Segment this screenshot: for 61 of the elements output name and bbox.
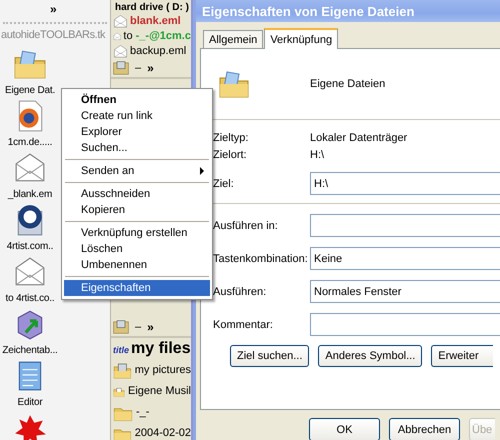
menu-item[interactable]: Explorer (64, 124, 210, 140)
drive-icon (113, 319, 129, 335)
chevron[interactable]: » (147, 320, 154, 334)
file-link[interactable]: to -_-@1cm.c (123, 30, 191, 43)
panel-title: hard drive ( D: ) (114, 1, 190, 14)
folder-link[interactable]: 2004-02-02 (134, 427, 191, 440)
field-label: Tastenkombination: (213, 252, 309, 264)
icon-label[interactable]: 1cm.de..... (8, 136, 52, 149)
field-label: Zielort: (213, 149, 248, 163)
menu-item[interactable]: Öffnen (64, 92, 210, 108)
icon-label[interactable]: 4rtist.com.. (6, 240, 54, 253)
menu-item[interactable]: Kopieren (64, 202, 210, 218)
menu-item[interactable]: Löschen (64, 241, 210, 257)
input-field[interactable]: H:\ (310, 172, 500, 195)
icon-label[interactable]: _blank.em (8, 188, 52, 201)
action-button[interactable]: Anderes Symbol... (318, 345, 422, 367)
file-link[interactable]: blank.eml (130, 15, 181, 28)
input-field[interactable]: Keine (310, 247, 500, 270)
tab[interactable]: Verknüpfung (264, 28, 338, 49)
menu-item[interactable]: Eigenschaften (64, 280, 210, 296)
picture-folder-icon (113, 360, 132, 380)
field-value: H:\ (310, 149, 326, 163)
icon-label[interactable]: Editor (18, 396, 42, 409)
menu-item[interactable]: Senden an (81, 165, 134, 177)
menu-item[interactable]: Verknüpfung erstellen (64, 225, 210, 241)
input-field[interactable] (310, 313, 500, 336)
folder-link[interactable]: Eigene Musil (128, 385, 191, 398)
field-label: Ziel: (213, 178, 235, 190)
drive-icon (113, 60, 129, 76)
dialog-button[interactable]: OK (309, 418, 380, 440)
folder-link[interactable]: my pictures (134, 364, 191, 377)
action-button[interactable]: Ziel suchen... (230, 345, 310, 367)
input-field[interactable]: Normales Fenster (310, 280, 500, 303)
item-label[interactable]: – (135, 320, 142, 334)
item-label[interactable]: – (135, 62, 142, 74)
field-label: Kommentar: (213, 318, 274, 330)
section-title: my files (131, 340, 191, 358)
menu-item[interactable]: Create run link (64, 108, 210, 124)
icon-label[interactable]: Zeichentab... (2, 344, 58, 357)
window-title: Eigenschaften von Eigene Dateien (202, 4, 414, 18)
submenu-arrow-icon (200, 167, 204, 175)
icon-label[interactable]: to 4rtist.co.. (6, 292, 54, 305)
section-tag: title (113, 345, 130, 355)
menu-item[interactable]: Umbenennen (64, 257, 210, 273)
dialog-button[interactable]: Abbrechen (389, 418, 460, 440)
file-link[interactable]: backup.eml (130, 45, 186, 58)
folder-link[interactable]: -_- (136, 406, 150, 419)
menu-item[interactable]: Suchen... (64, 140, 210, 156)
tab[interactable]: Allgemein (203, 30, 264, 48)
chevron[interactable]: » (50, 2, 57, 16)
action-button[interactable]: Erweiter (431, 345, 494, 367)
menu-item[interactable]: Ausschneiden (64, 186, 210, 202)
toolbar-label: autohideTOOLBARs.tk (1, 29, 106, 41)
field-label: Ausführen: (213, 286, 268, 298)
input-field[interactable] (310, 214, 500, 237)
field-value: Lokaler Datenträger (310, 132, 408, 146)
icon-label[interactable]: Eigene Dat. (4, 84, 56, 97)
field-label: Ausführen in: (213, 220, 279, 232)
field-label: Zieltyp: (213, 132, 250, 146)
shortcut-name: Eigene Dateien (310, 78, 386, 90)
chevron[interactable]: » (147, 61, 154, 75)
